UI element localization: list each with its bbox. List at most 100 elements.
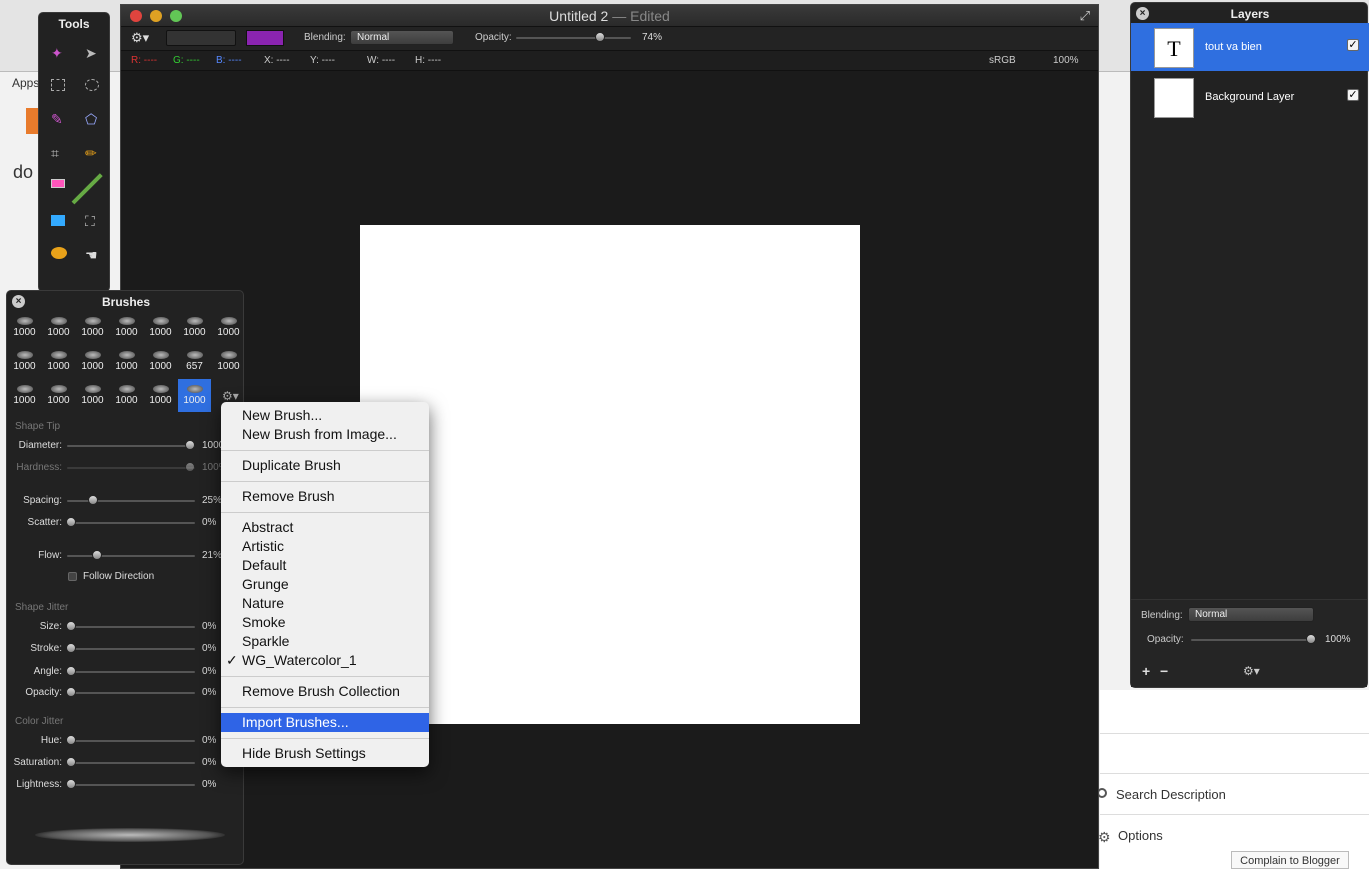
size-value[interactable]: 0% [202,621,216,632]
brush-preset[interactable]: 1000 [178,311,211,344]
brush-preset[interactable]: 1000 [110,345,143,378]
scatter-slider[interactable] [67,522,195,524]
diameter-knob[interactable] [185,440,195,450]
spacing-value[interactable]: 25% [202,495,222,506]
diameter-slider[interactable] [67,445,195,447]
layer-row-text[interactable]: T tout va bien ✓ [1131,23,1369,71]
menu-remove-brush-collection[interactable]: Remove Brush Collection [221,682,429,701]
follow-direction-checkbox[interactable] [68,572,77,581]
options-link[interactable]: Options [1118,828,1163,843]
hue-slider[interactable] [67,740,195,742]
eraser-icon[interactable] [51,179,65,188]
brush-preset[interactable]: 1000 [212,345,245,378]
arrow-tool-icon[interactable]: ➤ [85,45,97,62]
layer-opacity-knob[interactable] [1306,634,1316,644]
angle-slider[interactable] [67,671,195,673]
complain-button[interactable]: Complain to Blogger [1231,851,1349,869]
layer-opacity-value[interactable]: 100% [1325,634,1351,645]
brush-preset[interactable]: 1000 [110,311,143,344]
lasso-icon[interactable]: ⬠ [85,111,97,128]
color-profile[interactable]: sRGB [989,55,1016,66]
brush-preset[interactable]: 1000 [8,345,41,378]
menu-new-brush-from-image[interactable]: New Brush from Image... [221,425,429,444]
opacity-slider-knob[interactable] [595,32,605,42]
layer-gear-icon[interactable]: ⚙▾ [1243,664,1260,678]
brush-preset[interactable]: 1000 [76,345,109,378]
stroke-value[interactable]: 0% [202,643,216,654]
layer-visibility-checkbox[interactable]: ✓ [1347,89,1359,101]
ellipse-select-icon[interactable] [85,79,99,91]
menu-collection-artistic[interactable]: Artistic [221,537,429,556]
flow-knob[interactable] [92,550,102,560]
hardness-slider[interactable] [67,467,195,469]
crop-icon[interactable]: ⌗ [51,145,59,162]
lightness-value[interactable]: 0% [202,779,216,790]
jitter-opacity-knob[interactable] [66,687,76,697]
layer-blending-select[interactable]: Normal [1188,607,1314,622]
saturation-knob[interactable] [66,757,76,767]
brush-preset[interactable]: 1000 [178,379,211,412]
hue-knob[interactable] [66,735,76,745]
menu-collection-grunge[interactable]: Grunge [221,575,429,594]
layer-opacity-slider[interactable] [1191,639,1315,641]
menu-duplicate-brush[interactable]: Duplicate Brush [221,456,429,475]
saturation-value[interactable]: 0% [202,757,216,768]
gradient-icon[interactable] [51,247,67,259]
scatter-knob[interactable] [66,517,76,527]
jitter-opacity-slider[interactable] [67,692,195,694]
layer-row-background[interactable]: Background Layer ✓ [1131,73,1369,121]
menu-new-brush[interactable]: New Brush... [221,406,429,425]
shape-tool-icon[interactable] [51,215,65,226]
apps-bookmark[interactable]: Apps [12,76,39,90]
clone-stamp-icon[interactable]: ⛶ [85,213,95,230]
brush-preset[interactable]: 1000 [8,311,41,344]
menu-collection-nature[interactable]: Nature [221,594,429,613]
jitter-opacity-value[interactable]: 0% [202,687,216,698]
remove-layer-icon[interactable]: − [1160,663,1168,679]
spacing-knob[interactable] [88,495,98,505]
settings-gear-icon[interactable]: ⚙▾ [131,30,149,46]
brush-preset[interactable]: 1000 [76,379,109,412]
scatter-value[interactable]: 0% [202,517,216,528]
menu-hide-brush-settings[interactable]: Hide Brush Settings [221,744,429,763]
brush-preset[interactable]: 657 [178,345,211,378]
brush-preset[interactable]: 1000 [144,379,177,412]
brush-preset[interactable]: 1000 [144,311,177,344]
menu-collection-smoke[interactable]: Smoke [221,613,429,632]
brush-preset[interactable]: 1000 [42,311,75,344]
menu-collection-abstract[interactable]: Abstract [221,518,429,537]
color-swatch[interactable] [246,30,284,46]
brush-preset[interactable]: 1000 [8,379,41,412]
size-knob[interactable] [66,621,76,631]
opacity-value[interactable]: 74% [642,32,662,43]
size-slider[interactable] [67,626,195,628]
brush-tool-icon[interactable] [71,173,103,205]
brush-preset[interactable]: 1000 [144,345,177,378]
brush-preset[interactable]: 1000 [212,311,245,344]
angle-value[interactable]: 0% [202,666,216,677]
menu-collection-default[interactable]: Default [221,556,429,575]
smudge-icon[interactable]: ☚ [85,247,98,264]
rect-select-icon[interactable] [51,79,65,91]
brush-preset[interactable]: 1000 [76,311,109,344]
fullscreen-icon[interactable]: ⤢ [1080,8,1090,24]
stroke-knob[interactable] [66,643,76,653]
hardness-knob[interactable] [185,462,195,472]
zoom-level[interactable]: 100% [1053,55,1079,66]
saturation-slider[interactable] [67,762,195,764]
menu-collection-sparkle[interactable]: Sparkle [221,632,429,651]
blending-select[interactable]: Normal [350,30,454,45]
brush-preset[interactable]: 1000 [110,379,143,412]
menu-remove-brush[interactable]: Remove Brush [221,487,429,506]
add-layer-icon[interactable]: + [1142,663,1150,679]
menu-import-brushes[interactable]: Import Brushes... [221,713,429,732]
layer-visibility-checkbox[interactable]: ✓ [1347,39,1359,51]
pencil-icon[interactable]: ✏ [85,145,97,162]
brush-grid-gear-icon[interactable]: ⚙▾ [222,389,239,403]
angle-knob[interactable] [66,666,76,676]
magic-wand-icon[interactable]: ✦ [51,45,63,62]
spacing-slider[interactable] [67,500,195,502]
lightness-knob[interactable] [66,779,76,789]
canvas[interactable] [360,225,860,724]
brush-preview[interactable] [166,30,236,46]
